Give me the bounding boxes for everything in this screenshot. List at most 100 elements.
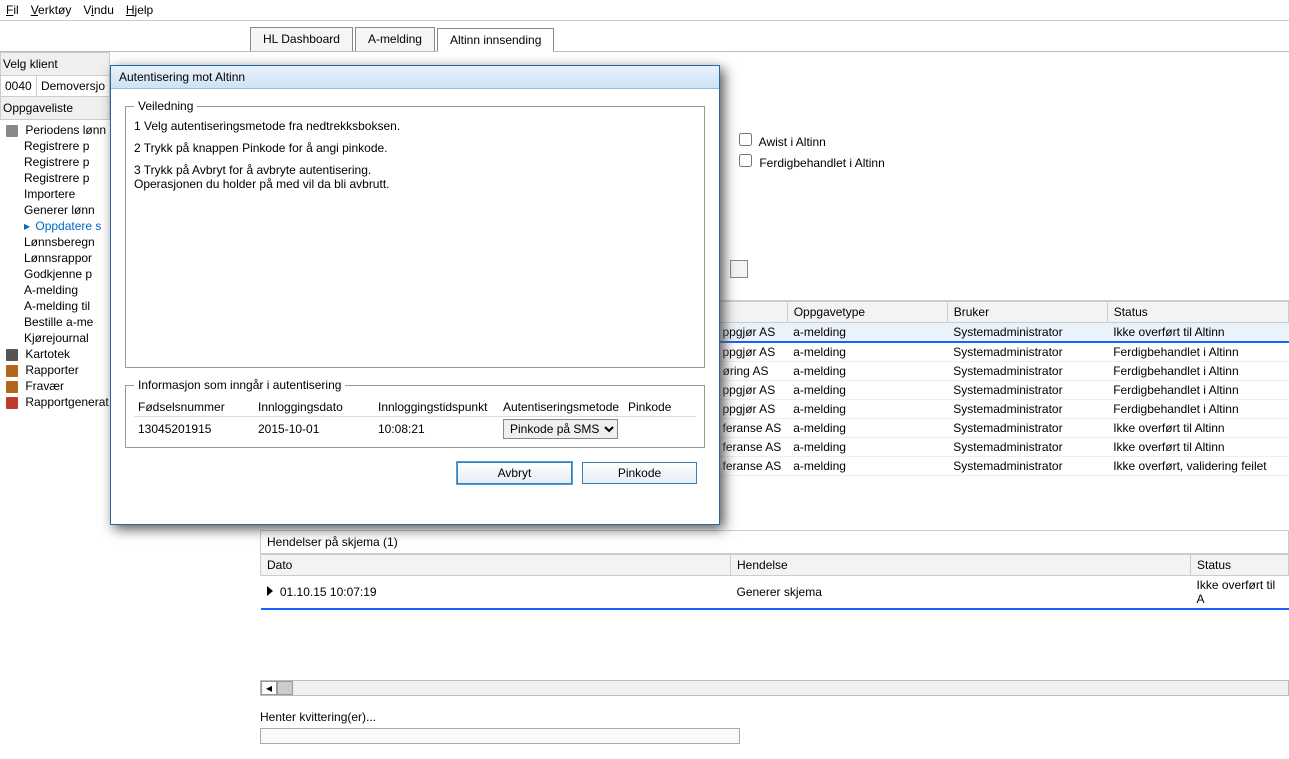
- events-col-date[interactable]: Dato: [261, 555, 731, 576]
- tree-node-label: Rapporter: [25, 363, 78, 377]
- tab-a-melding[interactable]: A-melding: [355, 27, 435, 51]
- tree-item[interactable]: Registrere p: [0, 154, 110, 170]
- tree-item[interactable]: Registrere p: [0, 138, 110, 154]
- cancel-button[interactable]: Avbryt: [457, 462, 572, 484]
- left-panel: Velg klient 0040 Demoversjo Oppgaveliste…: [0, 52, 110, 412]
- events-title: Hendelser på skjema (1): [260, 530, 1289, 554]
- progress-label: Henter kvittering(er)...: [260, 710, 1279, 724]
- info-time: 10:08:21: [374, 417, 499, 442]
- menu-fil[interactable]: Fil: [6, 3, 19, 17]
- tree-node-label: Periodens lønn: [25, 123, 106, 137]
- guide-line: 3 Trykk på Avbryt for å avbryte autentis…: [134, 163, 696, 177]
- cell-type: a-melding: [787, 323, 947, 343]
- info-method[interactable]: Pinkode på SMS: [499, 417, 624, 442]
- table-row[interactable]: øring ASa-meldingSystemadministratorFerd…: [717, 362, 1289, 381]
- col-user[interactable]: Bruker: [947, 302, 1107, 323]
- client-name[interactable]: Demoversjo: [37, 76, 109, 96]
- checkbox-avvist[interactable]: Awist i Altinn: [735, 130, 885, 149]
- table-row[interactable]: feranse ASa-meldingSystemadministratorIk…: [717, 457, 1289, 476]
- menu-vindu[interactable]: Vindu: [83, 3, 114, 17]
- events-col-event[interactable]: Hendelse: [731, 555, 1191, 576]
- tree-item[interactable]: Generer lønn: [0, 202, 110, 218]
- tree-fravaer[interactable]: Fravær: [0, 378, 110, 394]
- cell-client: ppgjør AS: [717, 323, 788, 343]
- info-col-method: Autentiseringsmetode: [499, 398, 624, 417]
- table-row[interactable]: feranse ASa-meldingSystemadministratorIk…: [717, 438, 1289, 457]
- tree-rapportgenerator[interactable]: Rapportgenerat: [0, 394, 110, 410]
- dialog-title[interactable]: Autentisering mot Altinn: [111, 66, 719, 89]
- tree-node-label: Rapportgenerat: [25, 395, 108, 409]
- client-code[interactable]: 0040: [1, 76, 37, 96]
- cell-type: a-melding: [787, 381, 947, 400]
- auth-method-select[interactable]: Pinkode på SMS: [503, 419, 618, 439]
- menu-bar: Fil Verktøy Vindu Hjelp: [0, 0, 1289, 21]
- tree-item-selected[interactable]: ▸ Oppdatere s: [0, 218, 110, 234]
- tree-item[interactable]: A-melding: [0, 282, 110, 298]
- info-date: 2015-10-01: [254, 417, 374, 442]
- cell-client: ppgjør AS: [717, 342, 788, 362]
- tree-node-label: Fravær: [25, 379, 64, 393]
- cell-type: a-melding: [787, 400, 947, 419]
- col-status[interactable]: Status: [1107, 302, 1288, 323]
- cell-user: Systemadministrator: [947, 342, 1107, 362]
- submissions-table: Oppgavetype Bruker Status ppgjør ASa-mel…: [716, 300, 1289, 476]
- checkbox-label: Awist i Altinn: [759, 135, 826, 149]
- tree-item[interactable]: Registrere p: [0, 170, 110, 186]
- folder-icon: [6, 125, 18, 137]
- cell-status: Ferdigbehandlet i Altinn: [1107, 342, 1288, 362]
- tab-altinn-innsending[interactable]: Altinn innsending: [437, 28, 554, 52]
- tree-item[interactable]: Godkjenne p: [0, 266, 110, 282]
- table-row[interactable]: ppgjør ASa-meldingSystemadministratorFer…: [717, 400, 1289, 419]
- cell-user: Systemadministrator: [947, 400, 1107, 419]
- tab-bar: HL Dashboard A-melding Altinn innsending: [0, 21, 1289, 52]
- tree-item-label: Oppdatere s: [35, 219, 101, 233]
- cell-type: a-melding: [787, 457, 947, 476]
- event-status: Ikke overført til A: [1191, 576, 1289, 610]
- scroll-thumb[interactable]: [277, 681, 293, 695]
- tree-item[interactable]: Importere: [0, 186, 110, 202]
- checkbox-label: Ferdigbehandlet i Altinn: [759, 156, 884, 170]
- event-name: Generer skjema: [731, 576, 1191, 610]
- table-row[interactable]: feranse ASa-meldingSystemadministratorIk…: [717, 419, 1289, 438]
- horizontal-scrollbar[interactable]: ◂: [260, 680, 1289, 696]
- task-tree: Periodens lønn Registrere p Registrere p…: [0, 120, 110, 412]
- event-row[interactable]: 01.10.15 10:07:19 Generer skjema Ikke ov…: [261, 576, 1289, 610]
- cell-status: Ferdigbehandlet i Altinn: [1107, 400, 1288, 419]
- triangle-right-icon: ▸: [24, 219, 30, 233]
- progress-area: Henter kvittering(er)...: [260, 710, 1279, 744]
- tree-item[interactable]: Bestille a-me: [0, 314, 110, 330]
- table-row[interactable]: ppgjør ASa-meldingSystemadministratorFer…: [717, 381, 1289, 400]
- cell-client: feranse AS: [717, 457, 788, 476]
- cell-user: Systemadministrator: [947, 419, 1107, 438]
- pinkode-button[interactable]: Pinkode: [582, 462, 697, 484]
- tree-kartotek[interactable]: Kartotek: [0, 346, 110, 362]
- velg-klient-label: Velg klient: [0, 52, 110, 76]
- cell-status: Ferdigbehandlet i Altinn: [1107, 362, 1288, 381]
- info-col-fnr: Fødselsnummer: [134, 398, 254, 417]
- tab-hl-dashboard[interactable]: HL Dashboard: [250, 27, 353, 51]
- info-col-date: Innloggingsdato: [254, 398, 374, 417]
- tree-rapporter[interactable]: Rapporter: [0, 362, 110, 378]
- checkbox-avvist-input[interactable]: [739, 133, 752, 146]
- cell-user: Systemadministrator: [947, 323, 1107, 343]
- filter-checkboxes: Awist i Altinn Ferdigbehandlet i Altinn: [735, 130, 885, 172]
- small-toolbar-button[interactable]: [730, 260, 748, 278]
- tree-item[interactable]: Kjørejournal: [0, 330, 110, 346]
- scroll-left-icon[interactable]: ◂: [261, 681, 277, 695]
- checkbox-ferdig-input[interactable]: [739, 154, 752, 167]
- tree-item[interactable]: A-melding til: [0, 298, 110, 314]
- events-col-status[interactable]: Status: [1191, 555, 1289, 576]
- menu-hjelp[interactable]: Hjelp: [126, 3, 153, 17]
- table-row[interactable]: ppgjør ASa-meldingSystemadministratorFer…: [717, 342, 1289, 362]
- tree-item[interactable]: Lønnsberegn: [0, 234, 110, 250]
- info-col-time: Innloggingstidspunkt: [374, 398, 499, 417]
- cell-client: ppgjør AS: [717, 400, 788, 419]
- tree-item[interactable]: Lønnsrappor: [0, 250, 110, 266]
- cell-type: a-melding: [787, 342, 947, 362]
- col-type[interactable]: Oppgavetype: [787, 302, 947, 323]
- table-row[interactable]: ppgjør ASa-meldingSystemadministratorIkk…: [717, 323, 1289, 343]
- menu-verktoy[interactable]: Verktøy: [31, 3, 72, 17]
- tree-periodens-lonn[interactable]: Periodens lønn: [0, 122, 110, 138]
- col-client[interactable]: [717, 302, 788, 323]
- checkbox-ferdig[interactable]: Ferdigbehandlet i Altinn: [735, 151, 885, 170]
